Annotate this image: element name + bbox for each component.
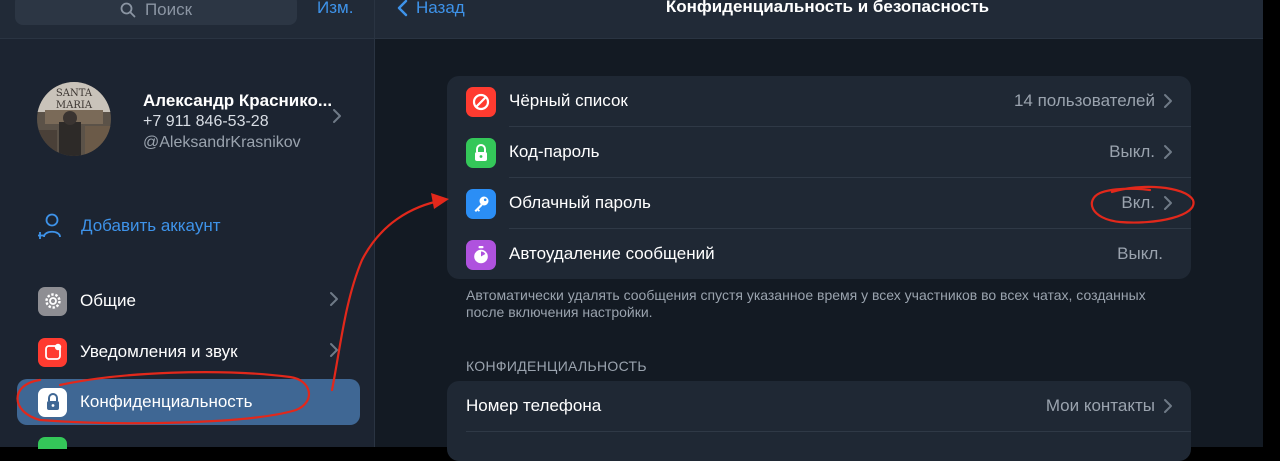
chevron-right-icon	[1164, 94, 1172, 108]
lock-icon	[466, 138, 496, 168]
sidebar-item-partial[interactable]	[38, 437, 67, 449]
row-label: Код-пароль	[509, 142, 600, 161]
avatar-text-2: MARIA	[56, 100, 93, 111]
add-account-button[interactable]: Добавить аккаунт	[38, 210, 221, 242]
row-value: Выкл.	[1109, 142, 1155, 161]
chevron-right-icon	[330, 292, 338, 306]
sidebar-item-general[interactable]: Общие	[17, 278, 360, 324]
chevron-right-icon	[1164, 399, 1172, 413]
page-title: Конфиденциальность и безопасность	[665, 0, 990, 16]
row-label: Автоудаление сообщений	[509, 244, 715, 263]
search-placeholder: Поиск	[144, 0, 193, 19]
row-value: Выкл.	[1117, 244, 1163, 263]
auto-delete-note: Автоматически удалять сообщения спустя у…	[466, 287, 1146, 320]
add-user-icon	[38, 213, 61, 239]
sidebar: Поиск Изм. SANTA MARIA Александр Красник…	[0, 0, 374, 449]
avatar[interactable]: SANTA MARIA	[37, 82, 111, 156]
profile-phone: +7 911 846-53-28	[143, 113, 269, 130]
avatar-text-1: SANTA	[56, 88, 93, 99]
sidebar-topbar: Поиск Изм.	[0, 0, 374, 39]
security-group: Чёрный список 14 пользователей Код-парол…	[447, 76, 1191, 279]
chevron-right-icon	[333, 109, 341, 123]
profile-name: Александр Краснико...	[143, 91, 333, 110]
passcode-row[interactable]: Код-пароль Выкл.	[447, 127, 1191, 178]
sidebar-item-label: Уведомления и звук	[80, 342, 238, 361]
cloud-password-row[interactable]: Облачный пароль Вкл.	[447, 178, 1191, 229]
sidebar-item-label: Общие	[80, 291, 136, 310]
blacklist-row[interactable]: Чёрный список 14 пользователей	[447, 76, 1191, 127]
search-input[interactable]: Поиск	[15, 0, 297, 25]
window-edge	[1263, 0, 1280, 447]
edit-button[interactable]: Изм.	[317, 0, 353, 18]
row-label: Номер телефона	[466, 396, 602, 415]
profile-card[interactable]: SANTA MARIA Александр Краснико... +7 911…	[37, 82, 347, 162]
row-value: 14 пользователей	[1013, 91, 1155, 110]
sidebar-item-label: Конфиденциальность	[80, 392, 253, 411]
search-icon	[120, 2, 136, 17]
notification-icon	[38, 337, 67, 367]
row-label: Чёрный список	[509, 91, 628, 110]
privacy-section-header: КОНФИДЕНЦИАЛЬНОСТЬ	[466, 358, 647, 374]
add-account-label: Добавить аккаунт	[81, 216, 221, 235]
privacy-group: Номер телефона Мои контакты	[447, 381, 1191, 461]
key-icon	[466, 189, 496, 219]
lock-icon	[38, 387, 67, 417]
chevron-right-icon	[1164, 196, 1172, 210]
block-icon	[466, 87, 496, 117]
header-bar: Назад Конфиденциальность и безопасность	[375, 0, 1280, 39]
row-value: Вкл.	[1121, 193, 1155, 212]
row-label: Облачный пароль	[509, 193, 651, 212]
auto-delete-row[interactable]: Автоудаление сообщений Выкл.	[447, 229, 1191, 279]
phone-number-row[interactable]: Номер телефона Мои контакты	[447, 381, 1191, 432]
row-value: Мои контакты	[1045, 396, 1155, 415]
gear-icon	[38, 286, 67, 316]
chevron-right-icon	[1164, 145, 1172, 159]
sidebar-item-notifications[interactable]: Уведомления и звук	[17, 329, 360, 375]
chevron-right-icon	[330, 343, 338, 357]
timer-icon	[466, 240, 496, 270]
sidebar-item-privacy[interactable]: Конфиденциальность	[17, 379, 360, 425]
profile-username: @AleksandrKrasnikov	[143, 134, 301, 151]
